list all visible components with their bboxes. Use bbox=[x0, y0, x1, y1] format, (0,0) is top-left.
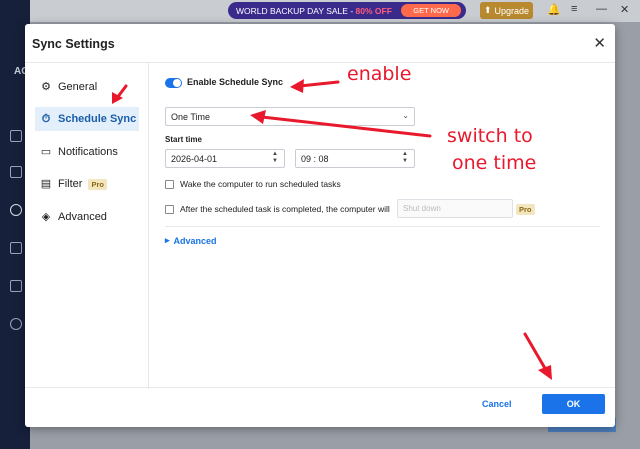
window-close-icon[interactable]: ✕ bbox=[620, 3, 629, 16]
nav-item-filter[interactable]: ▤ Filter Pro bbox=[35, 172, 139, 196]
divider bbox=[165, 226, 600, 227]
caret-right-icon: ▸ bbox=[165, 235, 170, 245]
enable-schedule-toggle[interactable] bbox=[165, 78, 182, 88]
home-icon[interactable] bbox=[10, 130, 22, 142]
sync-icon[interactable] bbox=[10, 204, 22, 216]
settings-nav: ⚙ General ⏱ Schedule Sync ▭ Notification… bbox=[25, 63, 149, 389]
time-stepper-icon[interactable]: ▲ ▼ bbox=[402, 151, 408, 165]
cancel-button[interactable]: Cancel bbox=[482, 399, 512, 409]
get-now-button[interactable]: GET NOW bbox=[401, 4, 461, 17]
after-task-pro-badge: Pro bbox=[516, 204, 535, 215]
enable-schedule-label: Enable Schedule Sync bbox=[187, 77, 284, 87]
frequency-select[interactable]: One Time ⌄ bbox=[165, 107, 415, 126]
bell-icon[interactable]: 🔔 bbox=[547, 3, 561, 16]
date-stepper-icon[interactable]: ▲ ▼ bbox=[272, 151, 278, 165]
sync-settings-dialog: Sync Settings ✕ ⚙ General ⏱ Schedule Syn… bbox=[25, 24, 615, 427]
advanced-icon: ◈ bbox=[41, 210, 51, 223]
restore-icon[interactable] bbox=[10, 242, 22, 254]
filter-icon: ▤ bbox=[40, 177, 52, 190]
pro-badge: Pro bbox=[88, 178, 107, 190]
annotation-enable: enable bbox=[347, 63, 412, 85]
sale-banner-text: WORLD BACKUP DAY SALE - 80% OFF bbox=[236, 5, 392, 16]
upgrade-icon: ⬆ bbox=[483, 5, 492, 15]
time-input[interactable]: 09 : 08 ▲ ▼ bbox=[295, 149, 415, 168]
annotation-switch-line2: one time bbox=[452, 152, 537, 174]
wake-computer-row: Wake the computer to run scheduled tasks bbox=[165, 179, 341, 189]
dialog-body: ⚙ General ⏱ Schedule Sync ▭ Notification… bbox=[25, 62, 615, 389]
annotation-switch-line1: switch to bbox=[447, 125, 533, 147]
tools-icon[interactable] bbox=[10, 280, 22, 292]
dialog-title: Sync Settings bbox=[32, 37, 115, 51]
upgrade-button[interactable]: ⬆ Upgrade bbox=[480, 2, 533, 19]
sale-banner[interactable]: WORLD BACKUP DAY SALE - 80% OFF GET NOW bbox=[228, 2, 466, 19]
nav-item-schedule-sync[interactable]: ⏱ Schedule Sync bbox=[35, 107, 139, 131]
nav-item-advanced[interactable]: ◈ Advanced bbox=[35, 205, 139, 229]
clock-icon: ⏱ bbox=[41, 112, 51, 125]
after-task-row: After the scheduled task is completed, t… bbox=[165, 204, 390, 214]
advanced-expander[interactable]: ▸ Advanced bbox=[165, 235, 217, 246]
start-time-label: Start time bbox=[165, 135, 202, 144]
close-icon[interactable]: ✕ bbox=[593, 34, 606, 52]
nav-item-general[interactable]: ⚙ General bbox=[35, 75, 139, 99]
nav-item-notifications[interactable]: ▭ Notifications bbox=[35, 140, 139, 164]
after-task-checkbox[interactable] bbox=[165, 204, 174, 214]
ok-button[interactable]: OK bbox=[542, 394, 605, 414]
notification-icon: ▭ bbox=[40, 145, 52, 158]
schedule-sync-panel: Enable Schedule Sync One Time ⌄ Start ti… bbox=[165, 63, 615, 389]
menu-icon[interactable]: ≡ bbox=[571, 3, 577, 15]
chevron-down-icon: ⌄ bbox=[402, 111, 409, 120]
gear-icon: ⚙ bbox=[41, 80, 51, 93]
date-input[interactable]: 2026-04-01 ▲ ▼ bbox=[165, 149, 285, 168]
minimize-icon[interactable]: — bbox=[596, 3, 607, 15]
account-icon[interactable] bbox=[10, 318, 22, 330]
backup-icon[interactable] bbox=[10, 166, 22, 178]
wake-computer-checkbox[interactable] bbox=[165, 179, 174, 189]
after-task-action-select[interactable]: Shut down bbox=[397, 199, 513, 218]
